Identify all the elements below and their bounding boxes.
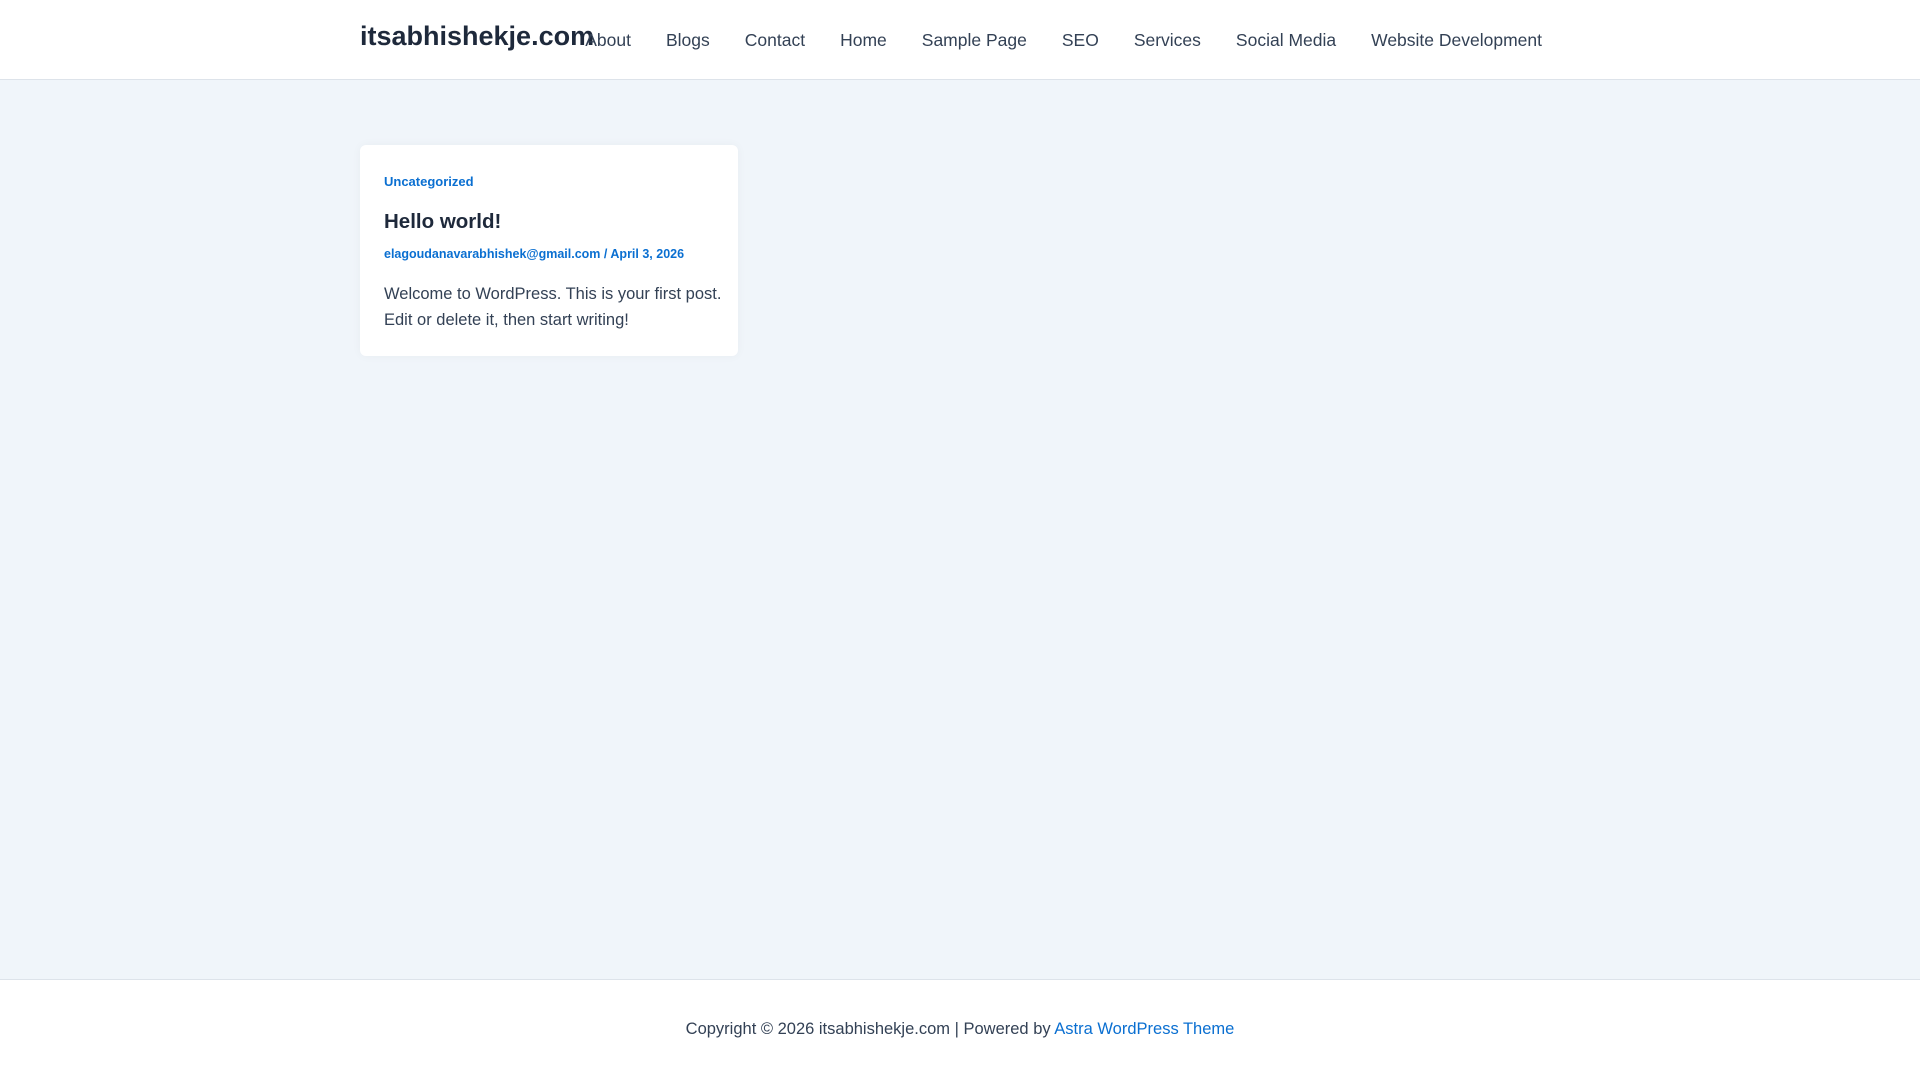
post-excerpt: Welcome to WordPress. This is your first…: [384, 285, 722, 329]
primary-nav: About Blogs Contact Home Sample Page SEO…: [550, 0, 1542, 80]
nav-home[interactable]: Home: [840, 30, 887, 51]
theme-link[interactable]: Astra WordPress Theme: [1054, 1020, 1234, 1038]
post-title-link[interactable]: Hello world!: [384, 210, 501, 234]
nav-seo[interactable]: SEO: [1062, 30, 1099, 51]
site-header: itsabhishekje.com About Blogs Contact Ho…: [0, 0, 1920, 80]
post-category-link[interactable]: Uncategorized: [384, 174, 474, 189]
nav-blogs[interactable]: Blogs: [666, 30, 710, 51]
post-card: Uncategorized Hello world! elagoudanavar…: [360, 145, 738, 356]
nav-about[interactable]: About: [585, 30, 631, 51]
post-author-link[interactable]: elagoudanavarabhishek@gmail.com: [384, 247, 600, 261]
post-meta: elagoudanavarabhishek@gmail.com / April …: [384, 247, 684, 261]
nav-website-development[interactable]: Website Development: [1371, 30, 1542, 51]
meta-separator: /: [600, 247, 611, 261]
post-date-link[interactable]: April 3, 2026: [610, 247, 684, 261]
copyright-text: Copyright © 2026 itsabhishekje.com | Pow…: [685, 1020, 1055, 1038]
nav-sample-page[interactable]: Sample Page: [922, 30, 1027, 51]
nav-social-media[interactable]: Social Media: [1236, 30, 1336, 51]
site-footer: Copyright © 2026 itsabhishekje.com | Pow…: [0, 979, 1920, 1080]
nav-services[interactable]: Services: [1134, 30, 1201, 51]
nav-contact[interactable]: Contact: [745, 30, 805, 51]
